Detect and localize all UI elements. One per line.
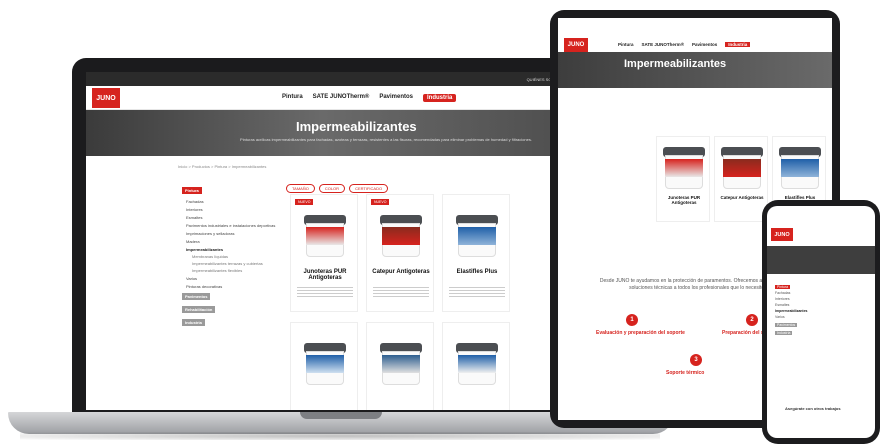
filter-color[interactable]: COLOR (318, 184, 346, 193)
product-card[interactable] (290, 322, 358, 410)
sidebar-subitem[interactable]: Impermeabilizantes terrazas y cubiertas (182, 260, 292, 267)
page-subtitle: Pinturas acrílicas impermeabilizantes pa… (240, 137, 532, 142)
paint-bucket-image (456, 215, 498, 257)
sidebar-item[interactable]: Interiores (182, 205, 292, 213)
product-card[interactable]: NUEVO Junoteras PUR Antigoteras (290, 194, 358, 312)
product-description (373, 287, 429, 297)
main-nav: Pintura SATE JUNOTherm® Pavimentos Indus… (282, 94, 457, 102)
product-card[interactable]: Elastifles Plus (442, 194, 510, 312)
sidebar-subitem[interactable]: Impermeabilizantes flexibles (182, 267, 292, 274)
new-badge: NUEVO (371, 199, 390, 205)
paint-bucket-image (380, 215, 422, 257)
top-links: QUIÉNES SOMOS CONTACTO ES (86, 72, 610, 86)
sidebar-item[interactable]: Madera (182, 237, 292, 245)
product-name: Catepur Antigoteras (372, 269, 430, 275)
category-list: Pintura Fachadas Interiores Esmaltes Imp… (775, 284, 807, 336)
paint-bucket-image (304, 343, 346, 385)
laptop-screen: QUIÉNES SOMOS CONTACTO ES JUNO Pintura S… (86, 72, 610, 410)
paint-bucket-image (304, 215, 346, 257)
paint-bucket-image (456, 343, 498, 385)
paint-bucket-image (721, 147, 763, 189)
step-3-label: Soporte térmico (666, 370, 705, 376)
filter-certificate[interactable]: CERTIFICADO (349, 184, 389, 193)
category-sidebar: Pintura Fachadas Interiores Esmaltes Pav… (182, 184, 292, 329)
sidebar-cat-pintura[interactable]: Pintura (775, 285, 791, 289)
nav-pintura[interactable]: Pintura (618, 42, 634, 47)
tablet-nav: Pintura SATE JUNOTherm® Pavimentos Indus… (618, 42, 751, 47)
hero-banner: Impermeabilizantes Pinturas acrílicas im… (86, 110, 610, 156)
page-title: Impermeabilizantes (624, 58, 727, 70)
sidebar-item-active[interactable]: Impermeabilizantes (182, 245, 292, 253)
product-card[interactable]: Catepur Antigoteras (714, 136, 768, 222)
product-description (449, 287, 505, 297)
product-card[interactable]: NUEVO Catepur Antigoteras (366, 194, 434, 312)
paint-bucket-image (380, 343, 422, 385)
nav-pavimentos[interactable]: Pavimentos (692, 42, 717, 47)
step-number-1: 1 (626, 314, 638, 326)
sidebar-subitem[interactable]: Membranas líquidas (182, 253, 292, 260)
product-card[interactable] (442, 322, 510, 410)
filter-size[interactable]: TAMAÑO (286, 184, 315, 193)
sidebar-item[interactable]: Pavimentos industriales e instalaciones … (182, 221, 292, 229)
sidebar-cat-industria[interactable]: Industria (775, 331, 793, 335)
nav-industria[interactable]: Industria (725, 42, 751, 47)
product-name: Elastifles Plus (456, 269, 498, 275)
footer-title: Asegúrate con otros trabajos (785, 406, 841, 411)
step-1-label: Evaluación y preparación del soporte (596, 330, 685, 336)
sidebar-item[interactable]: Varios (182, 274, 292, 282)
hero-banner (767, 246, 875, 274)
nav-sate[interactable]: SATE JUNOTherm® (642, 42, 685, 47)
paint-bucket-image (663, 147, 705, 189)
product-card[interactable]: Junoteras PUR Antigoteras (656, 136, 710, 222)
juno-logo[interactable]: JUNO (564, 38, 588, 52)
nav-pintura[interactable]: Pintura (282, 94, 303, 102)
breadcrumb[interactable]: Inicio > Productos > Pintura > Impermeab… (178, 164, 266, 169)
product-name: Junoteras PUR Antigoteras (667, 195, 701, 205)
filter-bar: TAMAÑO COLOR CERTIFICADO (286, 184, 389, 193)
sidebar-cat-pavimentos[interactable]: Pavimentos (775, 323, 798, 327)
nav-pavimentos[interactable]: Pavimentos (379, 94, 413, 102)
sidebar-item[interactable]: Esmaltes (182, 213, 292, 221)
sidebar-item[interactable]: Pinturas decorativas (182, 282, 292, 290)
paint-bucket-image (779, 147, 821, 189)
product-card[interactable] (366, 322, 434, 410)
nav-sate[interactable]: SATE JUNOTherm® (313, 94, 370, 102)
sidebar-cat-pavimentos[interactable]: Pavimentos (182, 293, 211, 300)
step-number-2: 2 (746, 314, 758, 326)
nav-industria[interactable]: Industria (423, 94, 457, 102)
sidebar-item[interactable]: Imprimaciones y selladoras (182, 229, 292, 237)
phone-screen: JUNO Pintura Fachadas Interiores Esmalte… (767, 206, 875, 438)
product-description (297, 287, 353, 297)
sidebar-cat-pintura[interactable]: Pintura (182, 187, 202, 194)
page-title: Impermeabilizantes (296, 119, 417, 134)
product-name: Junoteras PUR Antigoteras (303, 269, 347, 281)
juno-logo[interactable]: JUNO (771, 228, 793, 241)
product-name: Catepur Antigoteras (720, 195, 764, 200)
sidebar-cat-rehabilitacion[interactable]: Rehabilitación (182, 306, 216, 313)
step-number-3: 3 (690, 354, 702, 366)
laptop-shadow (20, 432, 660, 440)
juno-logo[interactable]: JUNO (92, 88, 120, 108)
sidebar-item[interactable]: Fachadas (182, 197, 292, 205)
laptop-notch (300, 412, 382, 419)
sidebar-cat-industria[interactable]: Industria (182, 319, 205, 326)
new-badge: NUEVO (295, 199, 314, 205)
